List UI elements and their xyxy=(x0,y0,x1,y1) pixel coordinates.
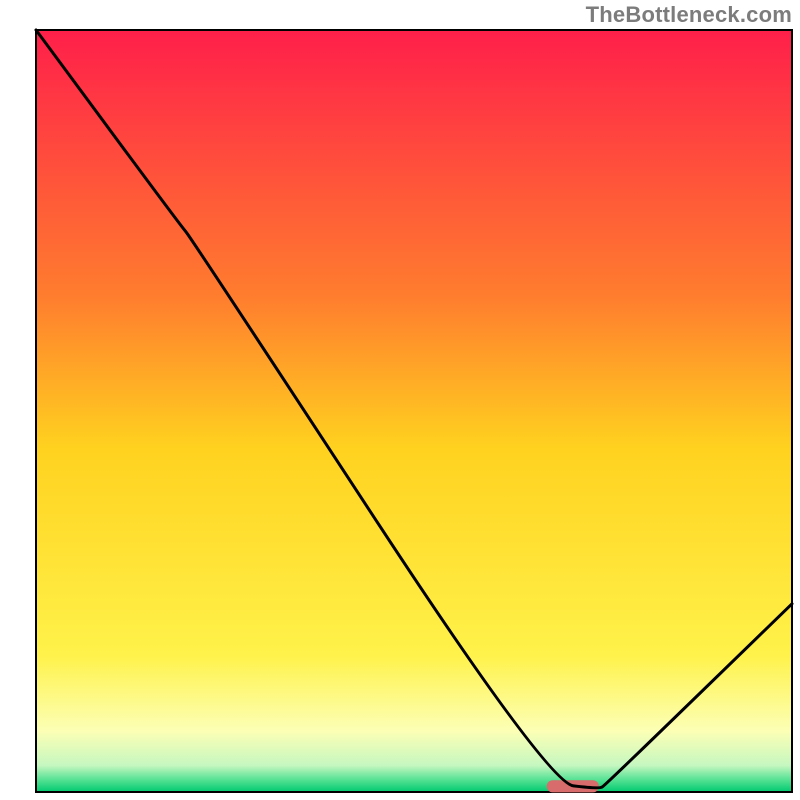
plot-background xyxy=(36,30,792,792)
chart-stage: TheBottleneck.com xyxy=(0,0,800,800)
bottleneck-chart xyxy=(0,0,800,800)
